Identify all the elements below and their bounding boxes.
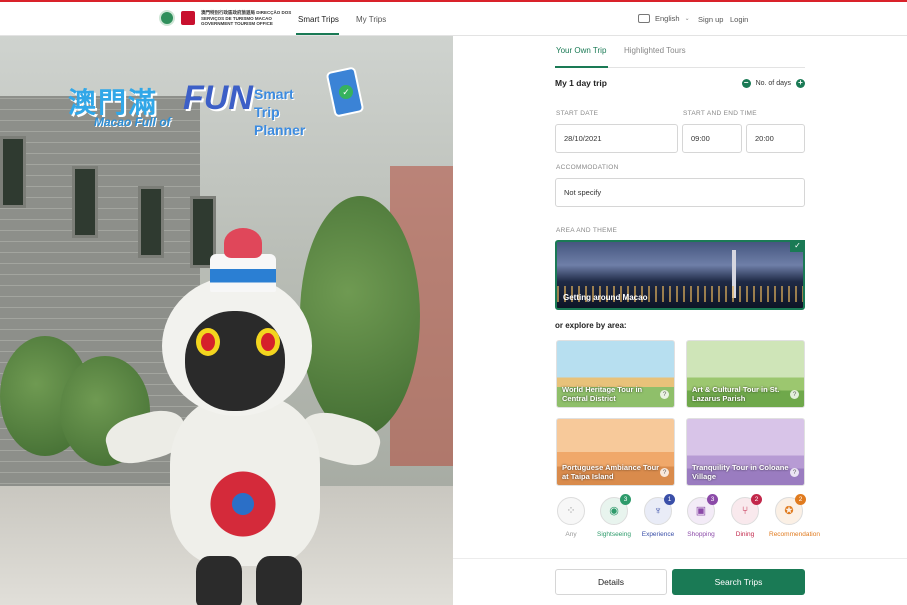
mascot-hat bbox=[210, 254, 276, 292]
mascot-face bbox=[185, 311, 285, 411]
person-icon: ♆ 1 bbox=[644, 494, 675, 525]
explore-by-area-label: or explore by area: bbox=[555, 321, 627, 330]
end-time-field[interactable]: 20:00 bbox=[746, 124, 805, 153]
mascot-eye bbox=[196, 328, 220, 356]
camera-icon: ◉ 3 bbox=[600, 494, 631, 525]
category-label: Any bbox=[565, 531, 577, 538]
hero-image: 澳門滿 Macao Full of FUN Smart Trip Planner… bbox=[0, 36, 453, 605]
chevron-down-icon: ⌄ bbox=[684, 16, 690, 22]
area-card-label: World Heritage Tour in Central District bbox=[562, 385, 643, 403]
nav-active-indicator bbox=[296, 33, 339, 35]
mascot-foot bbox=[256, 556, 302, 605]
category-label: Recommendation bbox=[769, 531, 820, 538]
selected-check-icon: ✓ bbox=[790, 240, 805, 252]
category-badge: 3 bbox=[620, 494, 631, 505]
accommodation-label: ACCOMMODATION bbox=[556, 164, 619, 171]
start-date-label: START DATE bbox=[556, 110, 599, 117]
top-header: 澳門特別行政區政府旅遊局 DIRECÇÃO DOS SERVIÇOS DE TU… bbox=[0, 2, 907, 36]
area-theme-label: AREA AND THEME bbox=[556, 227, 618, 234]
hero-window bbox=[0, 136, 26, 208]
mgto-logo[interactable]: 澳門特別行政區政府旅遊局 DIRECÇÃO DOS SERVIÇOS DE TU… bbox=[159, 10, 305, 27]
info-icon[interactable]: ? bbox=[790, 468, 799, 477]
mascot-foot bbox=[196, 556, 242, 605]
hero-title-planner-line1: Smart Trip bbox=[254, 86, 294, 120]
shopping-icon: ▣ 3 bbox=[687, 494, 718, 525]
start-date-field[interactable]: 28/10/2021 bbox=[555, 124, 678, 153]
nav-tab-smart-trips[interactable]: Smart Trips bbox=[298, 15, 339, 24]
category-dining[interactable]: ⑂ 2 Dining bbox=[725, 494, 765, 538]
macao-emblem-icon bbox=[159, 10, 175, 27]
search-trips-button[interactable]: Search Trips bbox=[672, 569, 805, 595]
category-label: Sightseeing bbox=[597, 531, 631, 538]
nav-tab-my-trips[interactable]: My Trips bbox=[356, 15, 386, 24]
category-badge: 3 bbox=[707, 494, 718, 505]
start-end-time-label: START AND END TIME bbox=[683, 110, 757, 117]
days-control: − No. of days + bbox=[741, 78, 805, 88]
trip-name[interactable]: My 1 day trip bbox=[555, 78, 607, 88]
hero-window bbox=[72, 166, 98, 238]
mascot-eye bbox=[256, 328, 280, 356]
tab-your-own-trip[interactable]: Your Own Trip bbox=[556, 46, 606, 55]
category-recommendation[interactable]: ✪ 2 Recommendation bbox=[769, 494, 820, 538]
bottom-divider bbox=[453, 558, 907, 559]
category-experience[interactable]: ♆ 1 Experience bbox=[638, 494, 678, 538]
start-time-field[interactable]: 09:00 bbox=[682, 124, 742, 153]
category-shopping[interactable]: ▣ 3 Shopping bbox=[681, 494, 721, 538]
grid-icon: ⁘ bbox=[557, 497, 585, 525]
category-badge: 2 bbox=[751, 494, 762, 505]
area-card-label: Art & Cultural Tour in St. Lazarus Paris… bbox=[692, 385, 780, 403]
info-icon[interactable]: ? bbox=[660, 468, 669, 477]
theme-card-getting-around[interactable]: Getting around Macao bbox=[555, 240, 805, 310]
category-any[interactable]: ⁘ Any bbox=[551, 497, 591, 538]
trip-title-row: My 1 day trip − No. of days + bbox=[555, 78, 805, 88]
info-icon[interactable]: ? bbox=[660, 390, 669, 399]
signup-link[interactable]: Sign up bbox=[698, 15, 723, 24]
area-card-world-heritage[interactable]: World Heritage Tour in Central District … bbox=[556, 340, 675, 408]
area-card-label: Portuguese Ambiance Tour at Taipa Island bbox=[562, 463, 660, 481]
award-icon: ✪ 2 bbox=[775, 494, 806, 525]
hero-title-sub: Macao Full of bbox=[94, 115, 171, 129]
mascot-hat-top bbox=[224, 228, 262, 258]
check-icon: ✓ bbox=[339, 85, 353, 99]
language-label: English bbox=[655, 14, 680, 23]
category-sightseeing[interactable]: ◉ 3 Sightseeing bbox=[594, 494, 634, 538]
mgto-logo-text: 澳門特別行政區政府旅遊局 DIRECÇÃO DOS SERVIÇOS DE TU… bbox=[201, 10, 292, 26]
mascot-emblem bbox=[205, 466, 281, 542]
mgto-mark-icon bbox=[181, 11, 195, 26]
area-card-taipa[interactable]: Portuguese Ambiance Tour at Taipa Island… bbox=[556, 418, 675, 486]
language-icon bbox=[638, 14, 650, 23]
language-selector[interactable]: English ⌄ bbox=[638, 14, 690, 23]
tab-active-indicator bbox=[555, 66, 608, 68]
hero-title-planner-line2: Planner bbox=[254, 122, 306, 138]
accommodation-field[interactable]: Not specify bbox=[555, 178, 805, 207]
hero-title-fun: FUN bbox=[183, 79, 253, 117]
trip-planner-panel bbox=[453, 36, 907, 605]
hero-window bbox=[138, 186, 164, 258]
category-badge: 1 bbox=[664, 494, 675, 505]
category-badge: 2 bbox=[795, 494, 806, 505]
hero-title-logo: 澳門滿 Macao Full of FUN Smart Trip Planner… bbox=[68, 66, 365, 138]
tab-highlighted-tours[interactable]: Highlighted Tours bbox=[624, 46, 686, 55]
category-label: Shopping bbox=[687, 531, 715, 538]
hero-tree bbox=[300, 196, 420, 436]
days-label: No. of days bbox=[755, 79, 791, 87]
area-card-coloane[interactable]: Tranquility Tour in Coloane Village ? bbox=[686, 418, 805, 486]
category-label: Experience bbox=[641, 531, 675, 538]
area-card-label: Tranquility Tour in Coloane Village bbox=[692, 463, 789, 481]
area-card-st-lazarus[interactable]: Art & Cultural Tour in St. Lazarus Paris… bbox=[686, 340, 805, 408]
login-link[interactable]: Login bbox=[730, 15, 748, 24]
plus-day-button[interactable]: + bbox=[796, 78, 805, 88]
info-icon[interactable]: ? bbox=[790, 390, 799, 399]
hero-title-planner: Smart Trip Planner bbox=[254, 85, 305, 139]
category-label: Dining bbox=[735, 531, 755, 538]
dining-icon: ⑂ 2 bbox=[731, 494, 762, 525]
theme-card-label: Getting around Macao bbox=[563, 293, 648, 302]
minus-day-button[interactable]: − bbox=[741, 78, 751, 88]
details-button[interactable]: Details bbox=[555, 569, 667, 595]
